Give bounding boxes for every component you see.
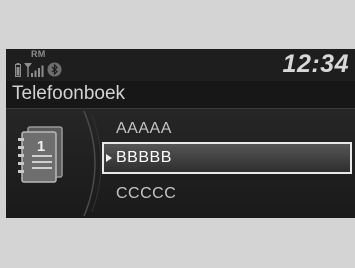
selection-pointer-icon	[106, 154, 112, 162]
device-frame-bottom	[0, 218, 355, 268]
phonebook-icon-number: 1	[37, 138, 45, 155]
signal-strength-icon	[24, 63, 44, 77]
phonebook-content: 1 AAAAA BBBBB CCCCC	[6, 109, 355, 218]
display-screen: RM 12:34 Telefoonboek 1 AAAAA BBBBB CCCC…	[6, 49, 355, 218]
list-item-label: CCCCC	[116, 185, 177, 202]
page-title: Telefoonboek	[12, 83, 126, 104]
list-item[interactable]: CCCCC	[102, 180, 355, 210]
roaming-label: RM	[31, 49, 46, 59]
list-item-selected[interactable]: BBBBB	[102, 142, 355, 174]
device-frame-top	[0, 0, 355, 48]
contact-list: AAAAA BBBBB CCCCC	[102, 109, 355, 218]
clock: 12:34	[282, 50, 349, 78]
list-item[interactable]: AAAAA	[102, 115, 355, 145]
list-item-label: BBBBB	[116, 149, 172, 166]
bluetooth-icon	[47, 62, 62, 77]
phonebook-icon: 1	[14, 125, 66, 190]
list-item-label: AAAAA	[116, 120, 172, 137]
phone-battery-icon	[15, 63, 21, 77]
status-bar: RM 12:34	[6, 49, 355, 81]
title-bar: Telefoonboek	[6, 81, 355, 109]
